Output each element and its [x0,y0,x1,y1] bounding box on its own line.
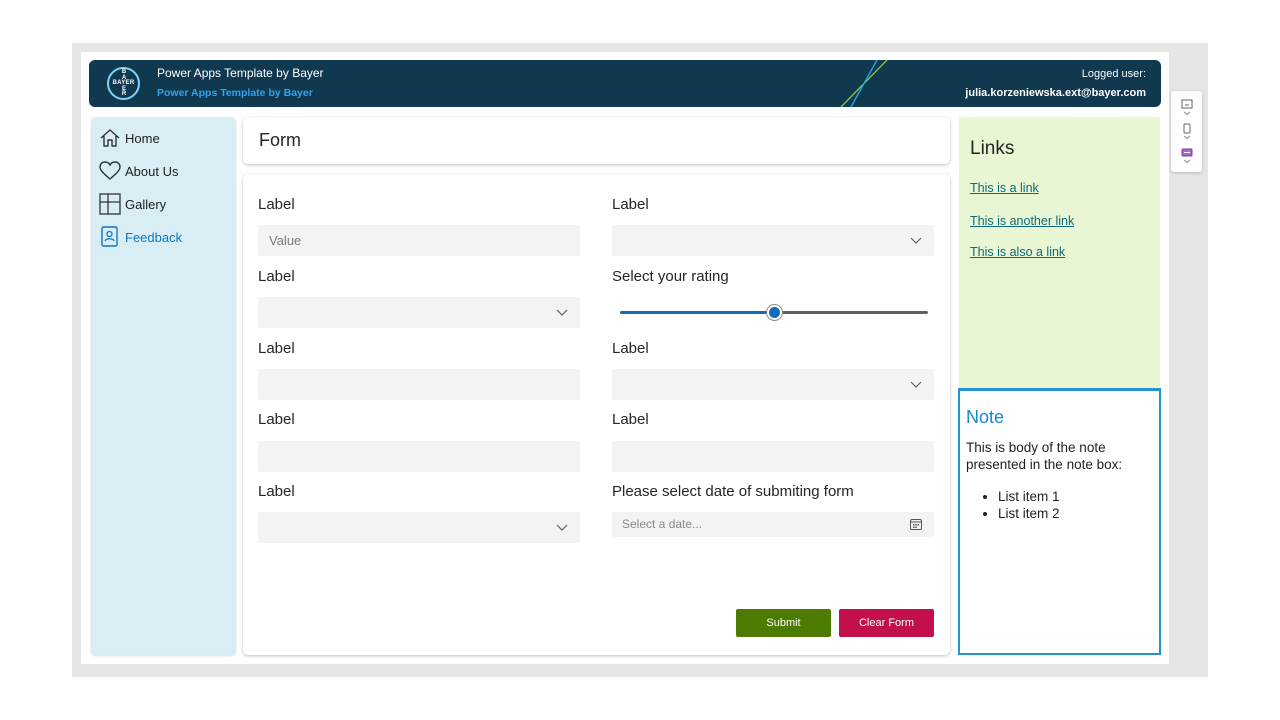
field-label: Label [258,411,295,428]
text-input[interactable] [612,441,934,472]
slider-track [778,311,928,314]
note-panel: Note This is body of the note presented … [958,388,1161,655]
field-label: Label [258,196,295,213]
sidebar-item-home[interactable]: Home [98,126,160,150]
dropdown[interactable] [258,297,580,328]
form-header: Form [243,117,950,164]
app-view-button[interactable] [1179,147,1194,169]
list-item: List item 1 [998,488,1060,505]
sidebar-item-about-us[interactable]: About Us [98,159,178,183]
dropdown[interactable] [258,512,580,543]
chevron-down-icon [556,524,568,531]
app-title: Power Apps Template by Bayer [157,66,324,80]
list-item: List item 2 [998,505,1060,522]
link-3[interactable]: This is also a link [970,245,1065,259]
home-icon [98,126,122,150]
sidebar-item-label: Feedback [125,229,183,245]
form-title: Form [259,130,301,150]
field-label: Label [612,196,649,213]
link-2[interactable]: This is another link [970,214,1074,228]
clear-form-button[interactable]: Clear Form [839,609,934,637]
note-body: This is body of the note presented in th… [966,440,1123,472]
heart-icon [98,159,122,183]
note-title: Note [966,407,1005,427]
rating-slider[interactable] [620,305,928,321]
tablet-view-button[interactable] [1179,99,1194,121]
calendar-icon[interactable] [910,518,922,530]
link-1[interactable]: This is a link [970,181,1039,195]
text-input[interactable]: Value [258,225,580,256]
field-label: Label [258,340,295,357]
date-picker[interactable]: Select a date... [612,512,934,537]
sidebar-item-gallery[interactable]: Gallery [98,192,166,216]
chevron-down-icon [556,309,568,316]
tablet-icon [1181,99,1192,116]
field-label: Label [258,268,295,285]
field-label: Label [258,483,295,500]
dropdown[interactable] [612,369,934,400]
text-input[interactable] [258,441,580,472]
feedback-icon [98,225,122,249]
rating-label: Select your rating [612,268,729,285]
app-header: BAER BAYER Power Apps Template by Bayer … [89,60,1161,107]
chevron-down-icon [910,237,922,244]
input-value: Value [269,233,302,248]
decorative-lines [840,60,888,107]
phone-view-button[interactable] [1179,123,1194,145]
app-preview-icon [1181,148,1192,164]
field-label: Label [612,340,649,357]
gallery-icon [98,192,122,216]
sidebar-item-label: Gallery [125,196,167,212]
date-placeholder: Select a date... [622,517,703,531]
chevron-down-icon [910,381,922,388]
note-list: List item 1 List item 2 [998,488,1060,522]
links-title: Links [970,138,1015,159]
sidebar-item-label: Home [125,130,160,146]
links-panel: Links This is a link This is another lin… [959,117,1160,388]
slider-thumb[interactable] [766,305,782,320]
phone-icon [1183,123,1190,140]
sidebar: Home About Us Gallery Feedback [91,117,236,655]
field-label: Label [612,411,649,428]
logged-user-email: julia.korzeniewska.ext@bayer.com [965,87,1146,99]
bayer-logo: BAER BAYER [107,67,140,100]
studio-toolstrip [1171,91,1202,172]
sidebar-item-feedback[interactable]: Feedback [98,225,182,249]
slider-track-filled [620,311,770,314]
dropdown[interactable] [612,225,934,256]
app-subtitle: Power Apps Template by Bayer [157,87,313,99]
sidebar-item-label: About Us [125,163,179,179]
submit-button[interactable]: Submit [736,609,831,637]
logged-user-label: Logged user: [1081,68,1146,80]
date-label: Please select date of submiting form [612,483,854,500]
text-input[interactable] [258,369,580,400]
